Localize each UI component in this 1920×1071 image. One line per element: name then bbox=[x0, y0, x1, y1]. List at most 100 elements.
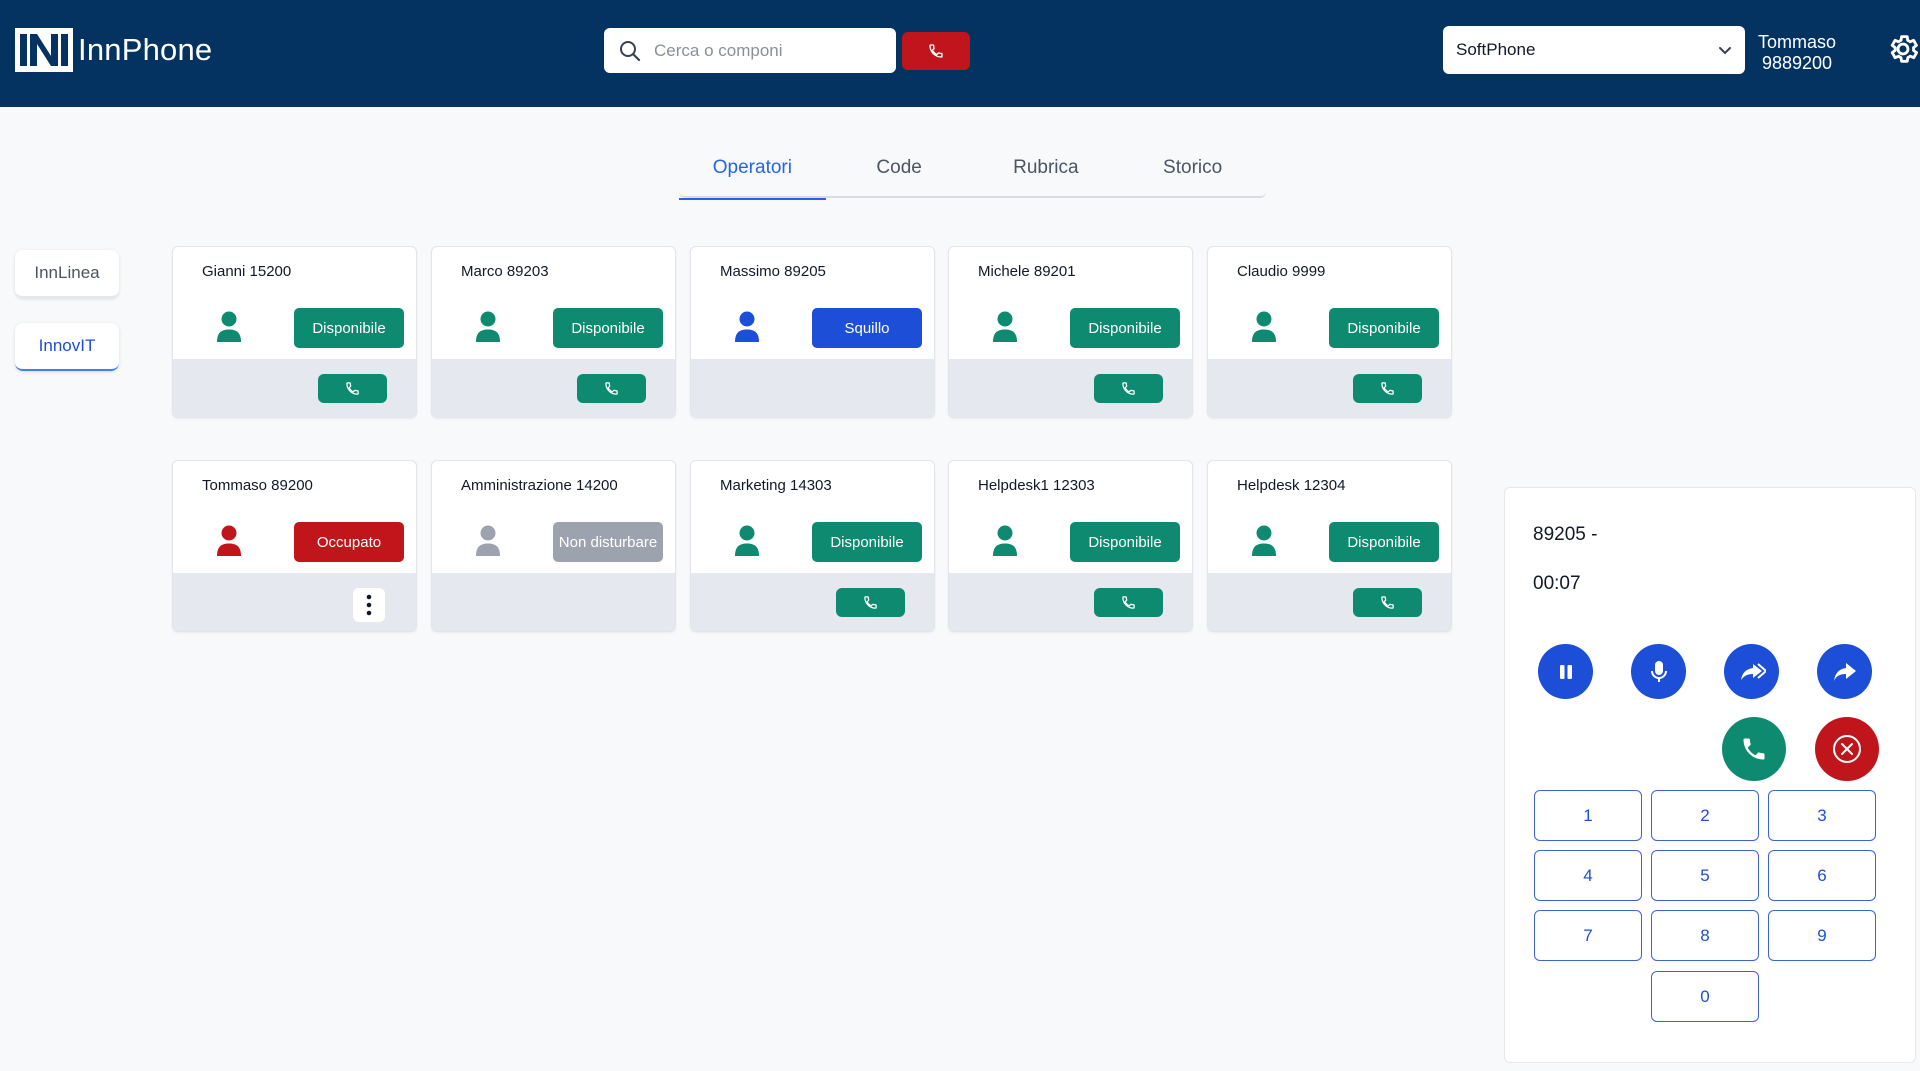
keypad-key-4[interactable]: 4 bbox=[1534, 850, 1642, 901]
phone-icon bbox=[605, 382, 618, 395]
share-forward-icon bbox=[1833, 662, 1856, 681]
keypad-key-7[interactable]: 7 bbox=[1534, 910, 1642, 961]
operator-status-badge: Disponibile bbox=[1070, 308, 1180, 348]
operator-card-footer bbox=[432, 359, 675, 417]
app-logo[interactable]: InnPhone bbox=[15, 28, 212, 72]
microphone-icon bbox=[1650, 660, 1667, 682]
operator-card-footer bbox=[432, 573, 675, 631]
operator-status-badge: Disponibile bbox=[1070, 522, 1180, 562]
operator-status-badge: Squillo bbox=[812, 308, 922, 348]
operator-name: Helpdesk1 12303 bbox=[978, 477, 1095, 494]
operator-card[interactable]: Marco 89203 Disponibile bbox=[431, 246, 676, 418]
operator-name: Marketing 14303 bbox=[720, 477, 832, 494]
operator-card[interactable]: Helpdesk 12304 Disponibile bbox=[1207, 460, 1452, 632]
blind-transfer-button[interactable] bbox=[1817, 644, 1872, 699]
mute-button[interactable] bbox=[1631, 644, 1686, 699]
keypad-key-3[interactable]: 3 bbox=[1768, 790, 1876, 841]
operator-card[interactable]: Tommaso 89200 Occupato bbox=[172, 460, 417, 632]
operator-name: Tommaso 89200 bbox=[202, 477, 313, 494]
person-icon bbox=[217, 525, 241, 556]
keypad-key-1[interactable]: 1 bbox=[1534, 790, 1642, 841]
group-innlinea[interactable]: InnLinea bbox=[15, 250, 119, 298]
person-icon bbox=[1252, 311, 1276, 342]
operator-card-footer bbox=[1208, 573, 1451, 631]
operator-card[interactable]: Marketing 14303 Disponibile bbox=[690, 460, 935, 632]
keypad-key-8[interactable]: 8 bbox=[1651, 910, 1759, 961]
person-icon bbox=[735, 311, 759, 342]
kebab-menu-icon bbox=[366, 594, 372, 616]
pause-icon bbox=[1559, 664, 1572, 679]
device-select[interactable]: SoftPhone bbox=[1443, 26, 1745, 74]
phone-icon bbox=[1743, 738, 1765, 760]
operator-status-badge: Disponibile bbox=[294, 308, 404, 348]
operator-card[interactable]: Massimo 89205 Squillo bbox=[690, 246, 935, 418]
call-operator-button[interactable] bbox=[1094, 588, 1163, 617]
tab-storico[interactable]: Storico bbox=[1119, 138, 1266, 198]
phone-icon bbox=[1122, 382, 1135, 395]
search-input[interactable] bbox=[654, 36, 884, 66]
operator-card-footer bbox=[949, 573, 1192, 631]
group-innovit[interactable]: InnovIT bbox=[15, 323, 119, 371]
operator-name: Gianni 15200 bbox=[202, 263, 292, 280]
dial-button[interactable] bbox=[902, 32, 970, 70]
forward-all-icon bbox=[1740, 662, 1766, 680]
call-operator-button[interactable] bbox=[1353, 374, 1422, 403]
operator-card[interactable]: Michele 89201 Disponibile bbox=[948, 246, 1193, 418]
operator-name: Helpdesk 12304 bbox=[1237, 477, 1346, 494]
operator-name: Michele 89201 bbox=[978, 263, 1076, 280]
current-user: Tommaso 9889200 bbox=[1758, 32, 1836, 74]
operator-card[interactable]: Claudio 9999 Disponibile bbox=[1207, 246, 1452, 418]
keypad-key-6[interactable]: 6 bbox=[1768, 850, 1876, 901]
attended-transfer-button[interactable] bbox=[1724, 644, 1779, 699]
user-name: Tommaso bbox=[1758, 32, 1837, 52]
operator-card-footer bbox=[691, 359, 934, 417]
search-field[interactable] bbox=[604, 28, 896, 73]
call-operator-button[interactable] bbox=[318, 374, 387, 403]
operator-card-footer bbox=[173, 359, 416, 417]
person-icon bbox=[993, 525, 1017, 556]
active-call-panel: 89205 - 00:07 123 456 7 8 9 0 bbox=[1504, 487, 1916, 1063]
search-icon bbox=[620, 41, 641, 62]
person-icon bbox=[993, 311, 1017, 342]
operator-card-footer bbox=[949, 359, 1192, 417]
hold-button[interactable] bbox=[1538, 644, 1593, 699]
operator-name: Claudio 9999 bbox=[1237, 263, 1326, 280]
phone-icon bbox=[1381, 596, 1394, 609]
call-number: 89205 - bbox=[1533, 524, 1598, 545]
tab-rubrica[interactable]: Rubrica bbox=[973, 138, 1120, 198]
more-options-button[interactable] bbox=[353, 588, 385, 622]
logo-mark-icon bbox=[15, 28, 73, 72]
call-operator-button[interactable] bbox=[1094, 374, 1163, 403]
app-name: InnPhone bbox=[78, 32, 213, 67]
operator-status-badge: Occupato bbox=[294, 522, 404, 562]
keypad-key-0[interactable]: 0 bbox=[1651, 971, 1759, 1022]
operator-card[interactable]: Amministrazione 14200 Non disturbare bbox=[431, 460, 676, 632]
call-operator-button[interactable] bbox=[836, 588, 905, 617]
operator-card[interactable]: Gianni 15200 Disponibile bbox=[172, 246, 417, 418]
operator-status-badge: Disponibile bbox=[553, 308, 663, 348]
gear-icon[interactable] bbox=[1886, 31, 1920, 67]
call-timer: 00:07 bbox=[1533, 573, 1581, 594]
close-circle-icon bbox=[1833, 735, 1861, 763]
chevron-down-icon bbox=[1719, 47, 1731, 55]
hangup-button[interactable] bbox=[1815, 717, 1879, 781]
tab-operatori[interactable]: Operatori bbox=[679, 138, 826, 200]
operator-status-badge: Disponibile bbox=[1329, 308, 1439, 348]
operator-status-badge: Non disturbare bbox=[553, 522, 663, 562]
keypad-key-5[interactable]: 5 bbox=[1651, 850, 1759, 901]
person-icon bbox=[217, 311, 241, 342]
call-operator-button[interactable] bbox=[1353, 588, 1422, 617]
person-icon bbox=[735, 525, 759, 556]
operator-status-badge: Disponibile bbox=[812, 522, 922, 562]
user-extension: 9889200 bbox=[1761, 53, 1833, 73]
operator-card[interactable]: Helpdesk1 12303 Disponibile bbox=[948, 460, 1193, 632]
answer-button[interactable] bbox=[1722, 717, 1786, 781]
phone-icon bbox=[1381, 382, 1394, 395]
phone-icon bbox=[929, 44, 943, 58]
operator-name: Amministrazione 14200 bbox=[461, 477, 618, 494]
device-select-value: SoftPhone bbox=[1456, 40, 1536, 59]
keypad-key-9[interactable]: 9 bbox=[1768, 910, 1876, 961]
call-operator-button[interactable] bbox=[577, 374, 646, 403]
keypad-key-2[interactable]: 2 bbox=[1651, 790, 1759, 841]
tab-code[interactable]: Code bbox=[826, 138, 973, 198]
